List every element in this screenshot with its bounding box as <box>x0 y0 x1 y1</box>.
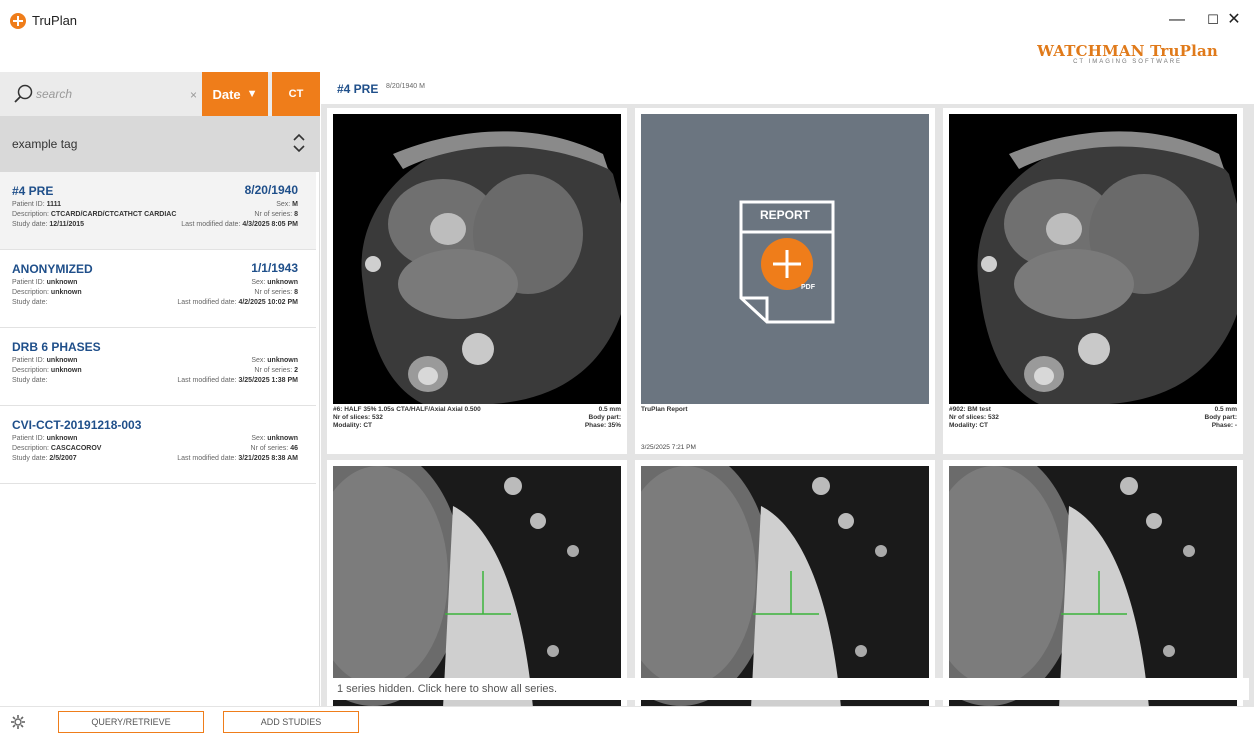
report-word: REPORT <box>759 208 810 222</box>
study-name: DRB 6 PHASES <box>12 340 101 354</box>
series-info: #6: HALF 35% 1.05s CTA/HALF/Axial Axial … <box>333 406 622 429</box>
report-info: TruPlan Report <box>641 406 929 414</box>
ct-zoom-thumbnail <box>949 466 1237 708</box>
tag-label: example tag <box>12 137 78 151</box>
close-button[interactable]: ✕ <box>1219 8 1249 32</box>
patient-sex: unknown <box>267 279 298 286</box>
study-date: 2/5/2007 <box>49 455 77 462</box>
brand-name: WATCHMAN TruPlan <box>1037 42 1218 60</box>
add-studies-button[interactable]: ADD STUDIES <box>223 711 359 733</box>
series-tile[interactable] <box>635 460 935 708</box>
study-name: CVI-CCT-20191218-003 <box>12 418 142 432</box>
report-name: TruPlan Report <box>641 406 688 413</box>
report-tile[interactable]: REPORT PDF TruPlan Report 3/25/2025 7:21… <box>635 108 935 454</box>
title-bar: TruPlan — ☐ ✕ WATCHMAN TruPlan CT IMAGIN… <box>0 0 1254 72</box>
slice-count: 532 <box>372 414 383 421</box>
minimize-button[interactable]: — <box>1162 8 1192 32</box>
body-part-label: Body part: <box>1204 414 1238 421</box>
ct-zoom-thumbnail <box>641 466 929 708</box>
patient-id: 1111 <box>46 201 62 208</box>
ct-filter-button[interactable]: CT <box>272 72 320 116</box>
clear-search-icon[interactable]: × <box>190 88 197 102</box>
phase: - <box>1234 422 1237 429</box>
report-thumbnail: REPORT PDF <box>641 114 929 404</box>
study-item[interactable]: #4 PRE 8/20/1940 Patient ID: 1111 Sex: M … <box>0 172 316 250</box>
series-description: #902: BM test <box>949 406 991 413</box>
up-down-chevron-icon <box>293 133 305 153</box>
patient-id: unknown <box>46 279 78 286</box>
last-modified-date: 3/25/2025 1:38 PM <box>238 377 298 384</box>
last-modified-date: 4/3/2025 8:05 PM <box>242 221 298 228</box>
study-date: 12/11/2015 <box>49 221 85 228</box>
show-hidden-series-link[interactable]: 1 series hidden. Click here to show all … <box>329 678 1249 700</box>
series-tile[interactable] <box>327 460 627 708</box>
query-retrieve-button[interactable]: QUERY/RETRIEVE <box>58 711 204 733</box>
bottom-toolbar: QUERY/RETRIEVE ADD STUDIES <box>0 706 1254 736</box>
brand-logo: WATCHMAN TruPlan CT IMAGING SOFTWARE <box>1037 42 1218 65</box>
patient-id: unknown <box>46 435 78 442</box>
modality: CT <box>363 422 373 429</box>
slice-thickness: 0.5 mm <box>1214 406 1237 413</box>
tag-selector[interactable]: example tag <box>0 116 320 172</box>
date-sort-button[interactable]: Date ▼ <box>202 72 268 116</box>
modality: CT <box>979 422 989 429</box>
search-input[interactable] <box>36 84 186 104</box>
chevron-down-icon: ▼ <box>246 88 258 100</box>
date-sort-label: Date <box>212 86 241 102</box>
patient-sex: unknown <box>267 435 298 442</box>
ct-axial-thumbnail <box>949 114 1237 404</box>
study-birth-date: 8/20/1940 <box>244 183 298 197</box>
phase: 35% <box>607 422 621 429</box>
series-count: 2 <box>294 367 298 374</box>
series-count: 46 <box>290 445 298 452</box>
series-header: #4 PRE 8/20/1940 M <box>321 72 1254 104</box>
search-bar: × Date ▼ CT <box>0 72 320 116</box>
study-description: CTCARD/CARD/CTCATHCT CARDIAC <box>50 211 177 218</box>
search-icon <box>14 84 33 103</box>
pdf-report-icon <box>641 114 929 404</box>
study-list: #4 PRE 8/20/1940 Patient ID: 1111 Sex: M … <box>0 172 316 484</box>
current-study-title: #4 PRE <box>337 82 379 96</box>
app-title: TruPlan <box>32 13 78 28</box>
last-modified-date: 4/2/2025 10:02 PM <box>238 299 298 306</box>
study-description: CASCACOROV <box>50 445 102 452</box>
slice-count: 532 <box>988 414 999 421</box>
gear-icon[interactable] <box>10 714 26 730</box>
study-description: unknown <box>50 367 82 374</box>
slice-thickness: 0.5 mm <box>598 406 621 413</box>
app-logo-icon <box>10 13 26 29</box>
series-description: #6: HALF 35% 1.05s CTA/HALF/Axial Axial … <box>333 406 481 413</box>
series-tile[interactable]: #6: HALF 35% 1.05s CTA/HALF/Axial Axial … <box>327 108 627 454</box>
ct-axial-thumbnail <box>333 114 621 404</box>
pdf-word: PDF <box>801 284 815 291</box>
series-tile[interactable]: #902: BM test 0.5 mm Nr of slices: 532 Bod… <box>943 108 1243 454</box>
series-count: 8 <box>294 289 298 296</box>
body-part-label: Body part: <box>588 414 622 421</box>
study-birth-date: 1/1/1943 <box>251 261 298 275</box>
ct-zoom-thumbnail <box>333 466 621 708</box>
last-modified-date: 3/21/2025 8:38 AM <box>238 455 298 462</box>
current-study-subtitle: 8/20/1940 M <box>386 83 425 90</box>
study-panel: × Date ▼ CT example tag #4 PRE 8/20/1940… <box>0 72 320 706</box>
study-item[interactable]: CVI-CCT-20191218-003 Patient ID: unknown… <box>0 406 316 484</box>
study-description: unknown <box>50 289 82 296</box>
series-count: 8 <box>294 211 298 218</box>
study-item[interactable]: ANONYMIZED 1/1/1943 Patient ID: unknown S… <box>0 250 316 328</box>
study-item[interactable]: DRB 6 PHASES Patient ID: unknown Sex: unk… <box>0 328 316 406</box>
report-date: 3/25/2025 7:21 PM <box>641 444 696 451</box>
series-info: #902: BM test 0.5 mm Nr of slices: 532 Bod… <box>949 406 1238 429</box>
patient-id: unknown <box>46 357 78 364</box>
series-browser: #4 PRE 8/20/1940 M #6: HALF 35% 1.05s CT… <box>321 72 1254 708</box>
patient-sex: unknown <box>267 357 298 364</box>
series-tile[interactable] <box>943 460 1243 708</box>
patient-sex: M <box>292 201 298 208</box>
